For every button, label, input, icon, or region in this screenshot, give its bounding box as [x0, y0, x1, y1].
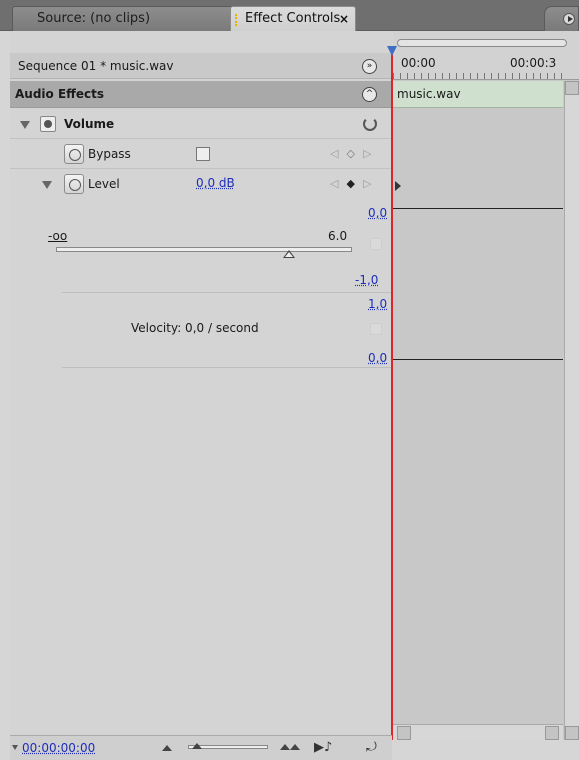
sequence-header: Sequence 01 * music.wav »	[10, 53, 392, 79]
bottom-toolbar: 00:00:00:00 ▶♪ ⤾	[10, 735, 392, 760]
disclosure-triangle-icon[interactable]	[42, 181, 52, 189]
zoom-in-icon[interactable]	[280, 744, 290, 750]
effect-row-volume[interactable]: Volume	[10, 110, 392, 139]
clip-label: music.wav	[397, 87, 461, 101]
next-keyframe-icon[interactable]: ▷	[363, 177, 379, 190]
divider	[62, 367, 392, 368]
loop-icon[interactable]: ⤾	[366, 740, 377, 755]
effect-properties-pane: Sequence 01 * music.wav » Audio Effects …	[10, 31, 392, 740]
slider-min-label: -oo	[48, 229, 68, 243]
keyframe-marker-icon[interactable]	[395, 181, 401, 191]
panel-menu-icon[interactable]	[563, 13, 575, 25]
time-ruler[interactable]: 00:00 00:00:3	[393, 31, 579, 80]
prev-keyframe-icon[interactable]: ◁	[330, 177, 346, 190]
zoom-in-icon[interactable]	[290, 744, 300, 750]
keyframe-navigator: ◁◆▷	[330, 177, 379, 190]
next-keyframe-icon[interactable]: ▷	[363, 147, 379, 160]
audio-effects-header: Audio Effects ^	[10, 81, 392, 108]
bypass-checkbox[interactable]	[196, 147, 210, 161]
level-label: Level	[88, 177, 120, 191]
playhead-line[interactable]	[391, 48, 393, 740]
timeline-start-label: 00:00	[401, 56, 436, 70]
tab-overflow[interactable]	[544, 6, 579, 31]
level-slider-track[interactable]	[56, 247, 352, 252]
horizontal-scrollbar[interactable]	[393, 724, 563, 740]
scroll-up-icon[interactable]	[565, 81, 579, 95]
timeline-pane: 00:00 00:00:3 music.wav	[393, 31, 579, 740]
scroll-down-icon[interactable]	[565, 726, 579, 740]
timeline-end-label: 00:00:3	[510, 56, 557, 70]
scroll-left-icon[interactable]	[397, 726, 411, 740]
velocity-graph-line	[393, 359, 563, 360]
stopwatch-icon[interactable]	[64, 144, 84, 164]
level-graph-top-value: 0,0	[368, 206, 388, 220]
reset-icon[interactable]	[363, 117, 377, 131]
ruler-ticks	[393, 73, 567, 79]
sequence-label: Sequence 01 * music.wav	[18, 59, 174, 73]
stopwatch-icon[interactable]	[64, 174, 84, 194]
velocity-top-value: 1,0	[368, 297, 388, 311]
show-hide-timeline-button[interactable]: »	[362, 59, 377, 74]
divider	[62, 292, 392, 293]
prev-keyframe-icon[interactable]: ◁	[330, 147, 346, 160]
level-graph-line	[393, 208, 563, 209]
property-row-bypass: Bypass ◁◇▷	[10, 140, 392, 169]
bypass-label: Bypass	[88, 147, 131, 161]
keyframe-navigator: ◁◇▷	[330, 147, 379, 160]
velocity-bottom-value: 0,0	[368, 351, 388, 365]
clip-bar[interactable]: music.wav	[393, 81, 563, 108]
level-slider-thumb[interactable]	[283, 250, 295, 258]
fx-toggle-icon[interactable]	[40, 116, 56, 132]
tab-source-label: Source: (no clips)	[37, 11, 151, 26]
close-icon[interactable]: ×	[339, 7, 349, 31]
vertical-scrollbar[interactable]	[564, 81, 579, 740]
property-row-level: Level 0,0 dB ◁◆▷	[10, 170, 392, 199]
add-keyframe-icon[interactable]: ◇	[346, 147, 362, 160]
current-timecode[interactable]: 00:00:00:00	[22, 741, 95, 755]
disabled-checkbox	[370, 238, 382, 250]
slider-max-label: 6.0	[328, 229, 348, 243]
disclosure-triangle-icon[interactable]	[20, 121, 30, 129]
audio-effects-label: Audio Effects	[15, 87, 105, 101]
velocity-label: Velocity: 0,0 / second	[131, 321, 259, 335]
add-keyframe-icon[interactable]: ◆	[346, 177, 362, 190]
tab-grip-icon[interactable]	[235, 14, 240, 26]
disabled-checkbox	[370, 323, 382, 335]
scroll-right-icon[interactable]	[545, 726, 559, 740]
timecode-menu-icon[interactable]	[12, 745, 18, 750]
tab-effect-controls-label: Effect Controls	[245, 11, 341, 26]
play-audio-icon[interactable]: ▶♪	[314, 740, 332, 755]
level-value[interactable]: 0,0 dB	[196, 176, 235, 190]
timeline-zoom-bar[interactable]	[397, 39, 567, 47]
zoom-slider-thumb[interactable]	[192, 743, 202, 749]
zoom-out-icon[interactable]	[162, 745, 172, 751]
playhead-handle[interactable]	[387, 46, 397, 56]
level-graph-bottom-value: -1,0	[355, 273, 379, 287]
panel-tab-bar: Source: (no clips) Effect Controls ×	[0, 0, 579, 31]
collapse-effects-button[interactable]: ^	[362, 87, 377, 102]
tab-source[interactable]: Source: (no clips)	[12, 6, 240, 31]
tab-effect-controls[interactable]: Effect Controls ×	[230, 6, 356, 31]
volume-label: Volume	[64, 117, 115, 131]
